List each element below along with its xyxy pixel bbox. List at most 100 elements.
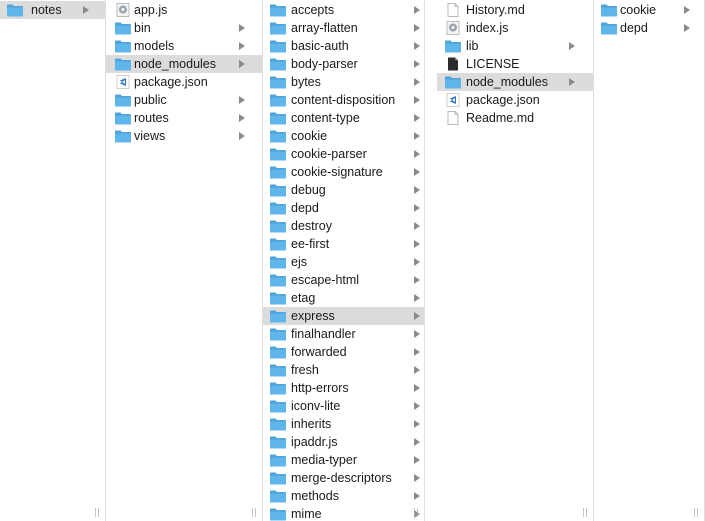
file-name: depd	[620, 21, 648, 35]
file-row-destroy[interactable]: destroy	[263, 217, 424, 235]
chevron-right-icon	[569, 42, 575, 50]
file-name: ejs	[291, 255, 307, 269]
file-row-content-disposition[interactable]: content-disposition	[263, 91, 424, 109]
column-resize-handle[interactable]: ||	[582, 509, 588, 518]
file-name: array-flatten	[291, 21, 358, 35]
file-row-models[interactable]: models	[106, 37, 262, 55]
file-row-http-errors[interactable]: http-errors	[263, 379, 424, 397]
file-row-package-json[interactable]: package.json	[437, 91, 593, 109]
file-row-ejs[interactable]: ejs	[263, 253, 424, 271]
file-row-debug[interactable]: debug	[263, 181, 424, 199]
file-row-views[interactable]: views	[106, 127, 262, 145]
file-row-node-modules[interactable]: node_modules	[437, 73, 593, 91]
file-name: merge-descriptors	[291, 471, 392, 485]
file-row-app-js[interactable]: app.js	[106, 1, 262, 19]
file-row-routes[interactable]: routes	[106, 109, 262, 127]
file-name: ee-first	[291, 237, 330, 251]
folder-icon	[269, 309, 287, 323]
file-row-readme-md[interactable]: Readme.md	[437, 109, 593, 127]
folder-icon	[269, 417, 287, 431]
file-row-package-json[interactable]: package.json	[106, 73, 262, 91]
file-row-iconv-lite[interactable]: iconv-lite	[263, 397, 424, 415]
browser-column-5: cookie depd ||	[594, 0, 705, 521]
file-row-array-flatten[interactable]: array-flatten	[263, 19, 424, 37]
browser-column-3: accepts array-flatten basic-auth body-pa…	[263, 0, 425, 521]
chevron-right-icon	[414, 402, 420, 410]
js-file-icon	[114, 3, 132, 17]
file-row-inherits[interactable]: inherits	[263, 415, 424, 433]
column-resize-handle[interactable]: ||	[693, 509, 699, 518]
chevron-right-icon	[414, 240, 420, 248]
file-name: models	[134, 39, 175, 53]
browser-column-1: notes ||	[0, 0, 106, 521]
folder-icon	[269, 435, 287, 449]
file-name: LICENSE	[466, 57, 520, 71]
file-row-cookie-parser[interactable]: cookie-parser	[263, 145, 424, 163]
file-row-bin[interactable]: bin	[106, 19, 262, 37]
file-row-index-js[interactable]: index.js	[437, 19, 593, 37]
file-row-node-modules[interactable]: node_modules	[106, 55, 262, 73]
file-row-content-type[interactable]: content-type	[263, 109, 424, 127]
column-resize-handle[interactable]: ||	[94, 509, 100, 518]
file-name: escape-html	[291, 273, 360, 287]
chevron-right-icon	[239, 60, 245, 68]
chevron-right-icon	[414, 366, 420, 374]
chevron-right-icon	[83, 6, 89, 14]
file-name: media-typer	[291, 453, 357, 467]
file-row-notes[interactable]: notes	[0, 1, 105, 19]
folder-icon	[269, 57, 287, 71]
file-row-history-md[interactable]: History.md	[437, 1, 593, 19]
file-row-cookie-signature[interactable]: cookie-signature	[263, 163, 424, 181]
file-name: views	[134, 129, 166, 143]
file-row-accepts[interactable]: accepts	[263, 1, 424, 19]
file-name: destroy	[291, 219, 332, 233]
file-row-media-typer[interactable]: media-typer	[263, 451, 424, 469]
file-name: cookie-parser	[291, 147, 367, 161]
file-row-finalhandler[interactable]: finalhandler	[263, 325, 424, 343]
file-row-ee-first[interactable]: ee-first	[263, 235, 424, 253]
folder-icon	[269, 75, 287, 89]
file-row-cookie[interactable]: cookie	[594, 1, 704, 19]
file-row-depd[interactable]: depd	[594, 19, 704, 37]
file-row-forwarded[interactable]: forwarded	[263, 343, 424, 361]
file-row-express[interactable]: express	[263, 307, 424, 325]
folder-icon	[269, 327, 287, 341]
browser-column-2: app.js bin models node_modules package.j…	[106, 0, 263, 521]
file-row-bytes[interactable]: bytes	[263, 73, 424, 91]
file-row-basic-auth[interactable]: basic-auth	[263, 37, 424, 55]
file-name: node_modules	[134, 57, 217, 71]
file-row-etag[interactable]: etag	[263, 289, 424, 307]
file-name: bytes	[291, 75, 321, 89]
file-row-methods[interactable]: methods	[263, 487, 424, 505]
chevron-right-icon	[239, 132, 245, 140]
folder-icon	[269, 219, 287, 233]
file-name: ipaddr.js	[291, 435, 338, 449]
chevron-right-icon	[414, 294, 420, 302]
file-row-mime[interactable]: mime	[263, 505, 424, 521]
file-row-lib[interactable]: lib	[437, 37, 593, 55]
chevron-right-icon	[414, 492, 420, 500]
file-row-merge-descriptors[interactable]: merge-descriptors	[263, 469, 424, 487]
file-row-depd[interactable]: depd	[263, 199, 424, 217]
file-name: node_modules	[466, 75, 549, 89]
file-row-license[interactable]: LICENSE	[437, 55, 593, 73]
file-name: routes	[134, 111, 169, 125]
file-row-ipaddr-js[interactable]: ipaddr.js	[263, 433, 424, 451]
file-row-cookie[interactable]: cookie	[263, 127, 424, 145]
file-row-fresh[interactable]: fresh	[263, 361, 424, 379]
folder-icon	[269, 255, 287, 269]
file-name: express	[291, 309, 335, 323]
folder-icon	[114, 129, 132, 143]
chevron-right-icon	[414, 348, 420, 356]
chevron-right-icon	[414, 6, 420, 14]
column-resize-handle[interactable]: ||	[251, 509, 257, 518]
file-name: forwarded	[291, 345, 347, 359]
folder-icon	[269, 129, 287, 143]
file-row-public[interactable]: public	[106, 91, 262, 109]
chevron-right-icon	[414, 276, 420, 284]
file-name: methods	[291, 489, 339, 503]
folder-icon	[269, 345, 287, 359]
column-resize-handle[interactable]: ||	[413, 509, 419, 518]
file-row-escape-html[interactable]: escape-html	[263, 271, 424, 289]
file-row-body-parser[interactable]: body-parser	[263, 55, 424, 73]
